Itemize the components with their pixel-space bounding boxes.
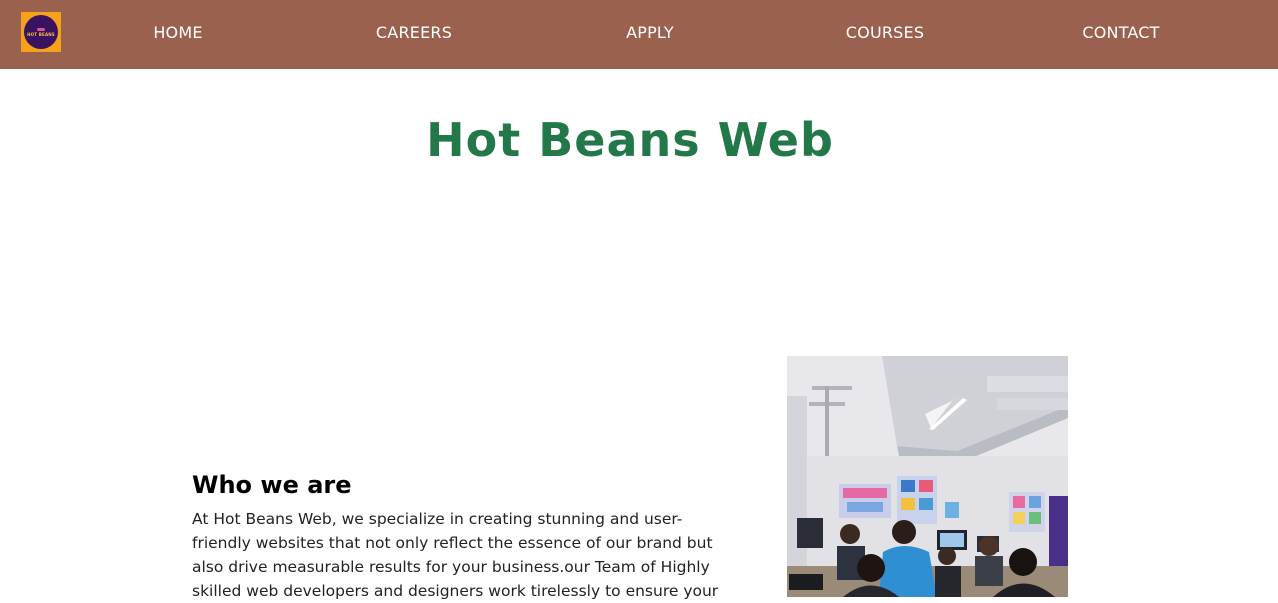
nav-apply-link[interactable]: APPLY	[626, 22, 674, 44]
about-description: At Hot Beans Web, we specialize in creat…	[192, 510, 719, 600]
page-title: Hot Beans Web	[426, 113, 834, 167]
nav-contact-link[interactable]: CONTACT	[1082, 22, 1159, 44]
hot-beans-logo-icon[interactable]: HOT BEANS	[21, 12, 61, 52]
top-navbar: HOT BEANS HOME CAREERS APPLY COURSES CON…	[0, 0, 1278, 69]
nav-careers-link[interactable]: CAREERS	[376, 22, 452, 44]
about-heading: Who we are	[192, 471, 352, 499]
logo-label: HOT BEANS	[27, 31, 55, 37]
nav-home-link[interactable]: HOME	[153, 22, 202, 44]
logo-mark	[37, 27, 45, 31]
classroom-photo-illustration	[787, 356, 1068, 597]
classroom-photo	[787, 356, 1068, 597]
nav-courses-link[interactable]: COURSES	[846, 22, 924, 44]
logo-badge: HOT BEANS	[24, 15, 58, 49]
